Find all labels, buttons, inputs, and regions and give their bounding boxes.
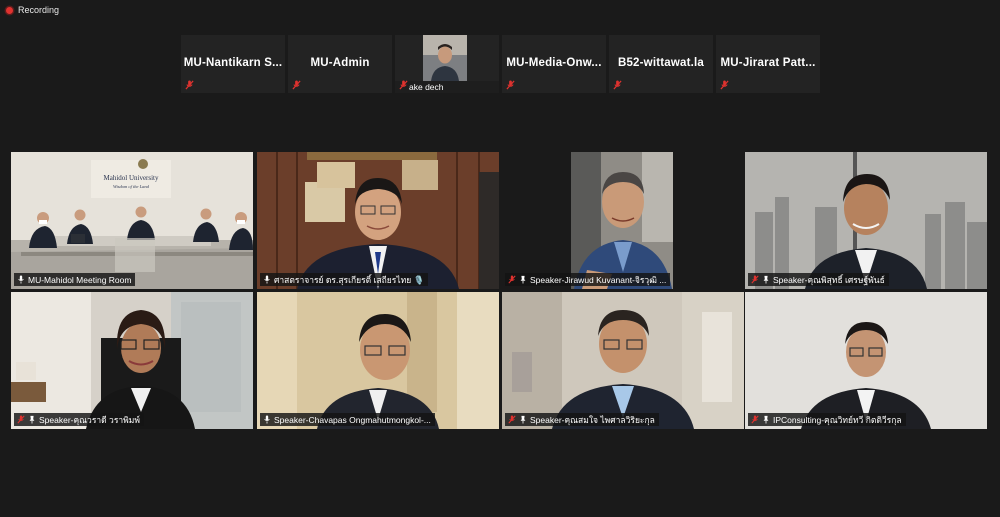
participant-video (502, 292, 744, 429)
sign-subtext: Wisdom of the Land (113, 184, 150, 189)
strip-participant[interactable]: MU-Admin (288, 35, 392, 93)
participant-name: MU-Nantikarn S... (183, 57, 283, 69)
participant-label: Speaker-คุณสมใจ ไพศาลวิริยะกุล (505, 413, 659, 426)
participant-name: ศาสตราจารย์ ดร.สุรเกียรติ์ เสถียรไทย 🎙️ (274, 274, 425, 285)
video-tile-meeting-room[interactable]: Mahidol University Wisdom of the Land MU… (11, 152, 253, 289)
mic-muted-icon (613, 80, 622, 90)
video-tile[interactable]: Speaker-Jirawud Kuvanant-จิรวุฒิ ... (502, 152, 744, 289)
video-tile[interactable]: Speaker-คุณพิสุทธิ์ เศรษฐ์พันธ์ (745, 152, 987, 289)
participant-video (257, 152, 499, 289)
participant-name: Speaker-Chavapas Ongmahutmongkol-... (274, 414, 431, 425)
mic-icon (264, 415, 270, 424)
mic-muted-icon (506, 80, 515, 90)
video-tile[interactable]: Speaker-Chavapas Ongmahutmongkol-... (257, 292, 499, 429)
participant-video (745, 152, 987, 289)
mic-muted-icon (17, 415, 25, 424)
participant-video (502, 152, 744, 289)
mic-muted-icon (720, 80, 729, 90)
participant-label: IPConsulting-คุณวิทย์ทวี กิตติวีรกุล (748, 413, 906, 426)
video-tile[interactable]: IPConsulting-คุณวิทย์ทวี กิตติวีรกุล (745, 292, 987, 429)
participant-name: B52-wittawat.la (617, 57, 705, 69)
participant-video (745, 292, 987, 429)
mic-muted-icon (185, 80, 194, 90)
strip-participant[interactable]: MU-Nantikarn S... (181, 35, 285, 93)
mic-icon (264, 275, 270, 284)
participant-label: Speaker-Jirawud Kuvanant-จิรวุฒิ ... (505, 273, 671, 286)
participant-label: ศาสตราจารย์ ดร.สุรเกียรติ์ เสถียรไทย 🎙️ (260, 273, 429, 286)
pin-icon (763, 275, 769, 284)
participant-name: Speaker-คุณพิสุทธิ์ เศรษฐ์พันธ์ (773, 274, 885, 285)
participant-label: Speaker-คุณพิสุทธิ์ เศรษฐ์พันธ์ (748, 273, 889, 286)
strip-participant[interactable]: B52-wittawat.la (609, 35, 713, 93)
participant-name: Speaker-คุณสมใจ ไพศาลวิริยะกุล (530, 414, 655, 425)
mic-muted-icon (292, 80, 301, 90)
mic-muted-icon (508, 415, 516, 424)
participant-name: ake dech (395, 81, 499, 93)
sign-text: Mahidol University (103, 174, 159, 182)
strip-participant[interactable]: MU-Media-Onw... (502, 35, 606, 93)
recording-label: Recording (18, 5, 60, 15)
recording-indicator: Recording (6, 5, 59, 15)
participant-label: MU-Mahidol Meeting Room (14, 273, 136, 286)
record-icon (6, 6, 13, 14)
pin-icon (763, 415, 769, 424)
participant-name: Speaker-คุณวราดี วราพิมพ์ (39, 414, 140, 425)
participant-name: MU-Media-Onw... (506, 57, 602, 69)
strip-participant[interactable]: MU-Jirarat Patt... (716, 35, 820, 93)
video-tile[interactable]: ศาสตราจารย์ ดร.สุรเกียรติ์ เสถียรไทย 🎙️ (257, 152, 499, 289)
meeting-room-video: Mahidol University Wisdom of the Land (11, 152, 253, 289)
participant-label: Speaker-Chavapas Ongmahutmongkol-... (260, 413, 435, 426)
participant-name: IPConsulting-คุณวิทย์ทวี กิตติวีรกุล (773, 414, 902, 425)
participant-video (11, 292, 253, 429)
participant-name: Speaker-Jirawud Kuvanant-จิรวุฒิ ... (530, 274, 667, 285)
participant-name: MU-Jirarat Patt... (720, 57, 816, 69)
strip-participant[interactable]: ake dech (395, 35, 499, 93)
mic-muted-icon (751, 415, 759, 424)
mic-muted-icon (508, 275, 516, 284)
video-tile[interactable]: Speaker-คุณวราดี วราพิมพ์ (11, 292, 253, 429)
pin-icon (29, 415, 35, 424)
mic-muted-icon (399, 80, 408, 90)
pin-icon (520, 415, 526, 424)
mic-muted-icon (751, 275, 759, 284)
video-tile[interactable]: Speaker-คุณสมใจ ไพศาลวิริยะกุล (502, 292, 744, 429)
participant-name: MU-Mahidol Meeting Room (28, 274, 132, 285)
participant-video (423, 35, 467, 81)
participant-label: Speaker-คุณวราดี วราพิมพ์ (14, 413, 144, 426)
mic-icon (18, 275, 24, 284)
participant-video (257, 292, 499, 429)
pin-icon (520, 275, 526, 284)
participant-name: MU-Admin (310, 57, 370, 69)
